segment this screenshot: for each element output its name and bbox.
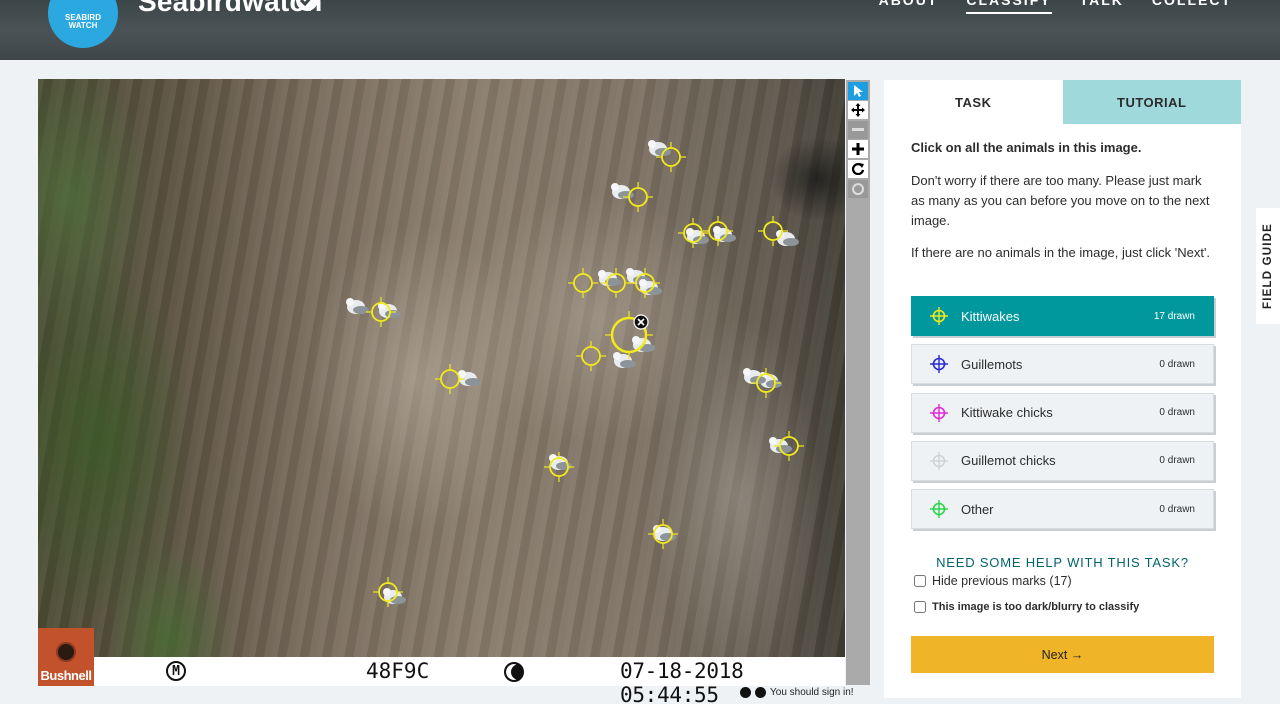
tool-guillemots[interactable]: Guillemots 0 drawn <box>911 344 1214 385</box>
tool-label: Kittiwakes <box>961 308 1020 324</box>
kittiwake-mark[interactable] <box>568 268 598 298</box>
tool-label: Kittiwake chicks <box>961 405 1053 421</box>
tool-label: Guillemot chicks <box>961 453 1056 469</box>
tab-task[interactable]: TASK <box>884 80 1063 124</box>
tool-kittiwakes[interactable]: Kittiwakes 17 drawn <box>911 296 1214 336</box>
too-dark-checkbox[interactable] <box>914 601 926 613</box>
move-icon[interactable] <box>848 101 868 119</box>
project-nav: ABOUT CLASSIFY TALK COLLECT <box>879 0 1232 14</box>
task-tabs: TASK TUTORIAL <box>884 80 1241 124</box>
nav-collect[interactable]: COLLECT <box>1152 0 1232 14</box>
seabird-shape <box>346 298 369 314</box>
next-button[interactable]: Next → <box>911 636 1214 673</box>
tool-guillemot-chicks[interactable]: Guillemot chicks 0 drawn <box>911 440 1214 481</box>
site-header: SEABIRD WATCH Seabirdwatch ABOUT CLASSIF… <box>0 0 1280 60</box>
nav-classify[interactable]: CLASSIFY <box>966 0 1052 14</box>
delete-mark-icon[interactable] <box>633 314 649 330</box>
task-panel: TASK TUTORIAL Click on all the animals i… <box>884 80 1241 698</box>
moon-phase-icon <box>504 662 524 682</box>
task-question: Click on all the animals in this image. <box>911 140 1142 155</box>
nav-talk[interactable]: TALK <box>1080 0 1124 14</box>
task-help-text-2: If there are no animals in the image, ju… <box>911 245 1211 260</box>
field-guide-tab[interactable]: FIELD GUIDE <box>1256 208 1280 324</box>
contrast-icon[interactable] <box>740 687 751 698</box>
moon-phase-m-icon: M <box>166 661 186 681</box>
too-dark-checkbox-row[interactable]: This image is too dark/blurry to classif… <box>914 601 1139 613</box>
crosshair-icon <box>930 355 948 374</box>
seabird-shape <box>639 279 662 295</box>
subject-image[interactable] <box>38 79 845 657</box>
project-title[interactable]: Seabirdwatch <box>138 0 322 18</box>
bushnell-emblem-icon <box>56 642 76 662</box>
crosshair-icon <box>930 403 948 422</box>
crosshair-icon <box>930 307 948 325</box>
tool-label: Other <box>961 501 994 517</box>
reset-icon[interactable] <box>848 180 868 198</box>
hide-marks-checkbox[interactable] <box>914 575 926 587</box>
camera-brand-logo: Bushnell <box>38 628 94 686</box>
mark-layer <box>366 142 804 607</box>
zoom-in-icon[interactable] <box>848 140 868 158</box>
nav-about[interactable]: ABOUT <box>879 0 939 14</box>
tool-count: 17 drawn <box>1153 310 1195 322</box>
kittiwake-mark[interactable] <box>435 364 465 394</box>
tool-other[interactable]: Other 0 drawn <box>911 489 1214 530</box>
image-toolbar <box>846 80 870 685</box>
crosshair-icon <box>930 500 948 519</box>
kittiwake-mark[interactable] <box>576 341 606 371</box>
pointer-icon[interactable] <box>848 82 868 100</box>
sign-in-notice: You should sign in! <box>740 687 854 698</box>
tool-label: Guillemots <box>961 356 1023 372</box>
tool-count: 0 drawn <box>1159 455 1195 467</box>
seabird-shape <box>458 370 481 386</box>
kittiwake-mark[interactable] <box>623 182 653 212</box>
camera-info-bar: M 48F9C 07-18-2018 05:44:55 <box>94 657 845 704</box>
tool-kittiwake-chicks[interactable]: Kittiwake chicks 0 drawn <box>911 392 1214 433</box>
seabird-shape <box>613 352 636 368</box>
tab-tutorial[interactable]: TUTORIAL <box>1062 80 1241 124</box>
kittiwake-marks <box>346 140 804 607</box>
tool-count: 0 drawn <box>1159 503 1195 515</box>
tool-count: 0 drawn <box>1159 407 1195 419</box>
bird-shapes <box>346 140 799 604</box>
task-help-text: Don't worry if there are too many. Pleas… <box>911 173 1210 228</box>
camera-code: 48F9C <box>366 659 430 683</box>
need-help-link[interactable]: NEED SOME HELP WITH THIS TASK? <box>884 555 1241 570</box>
zoom-out-icon[interactable] <box>848 121 868 139</box>
info-icon[interactable] <box>755 687 766 698</box>
project-logo[interactable]: SEABIRD WATCH <box>48 0 118 48</box>
crosshair-icon <box>930 451 948 470</box>
hide-marks-checkbox-row[interactable]: Hide previous marks (17) <box>914 574 1072 588</box>
rotate-icon[interactable] <box>848 160 868 178</box>
tool-count: 0 drawn <box>1159 358 1195 370</box>
subject-viewer: Bushnell M 48F9C 07-18-2018 05:44:55 <box>38 79 845 704</box>
